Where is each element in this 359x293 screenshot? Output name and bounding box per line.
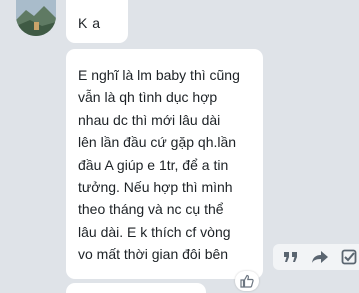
message-text-line: vo mất thời gian đôi bên — [78, 246, 229, 263]
share-icon[interactable] — [310, 247, 329, 267]
message-bubble: E nghĩ là lm baby thì cũng vẫn là qh tìn… — [66, 49, 263, 279]
reaction-button[interactable] — [235, 271, 259, 291]
checkbox-icon[interactable] — [340, 247, 359, 267]
message-text-line: lâu dài. E k thích cf vòng — [78, 223, 231, 240]
message-text-line: đầu A giúp e 1tr, để a tin — [78, 156, 229, 173]
message-text-line: nhau dc thì mới lâu dài — [78, 111, 221, 128]
message-text-line: vẫn là qh tình dục hợp — [78, 89, 218, 106]
message-text-line: lên lần đầu cứ gặp qh.lần — [78, 134, 237, 151]
next-message-bubble — [66, 283, 206, 293]
message-text-line: theo tháng và nc cụ thể — [78, 201, 224, 218]
message-bubble: K a — [66, 0, 128, 43]
quote-icon[interactable] — [281, 247, 300, 267]
message-text-line: E nghĩ là lm baby thì cũng — [78, 67, 240, 83]
message-action-bar — [273, 244, 359, 270]
message-text: K a — [78, 15, 101, 31]
message-text-line: tưởng. Nếu hợp thì mình — [78, 179, 233, 196]
avatar[interactable] — [16, 0, 56, 36]
